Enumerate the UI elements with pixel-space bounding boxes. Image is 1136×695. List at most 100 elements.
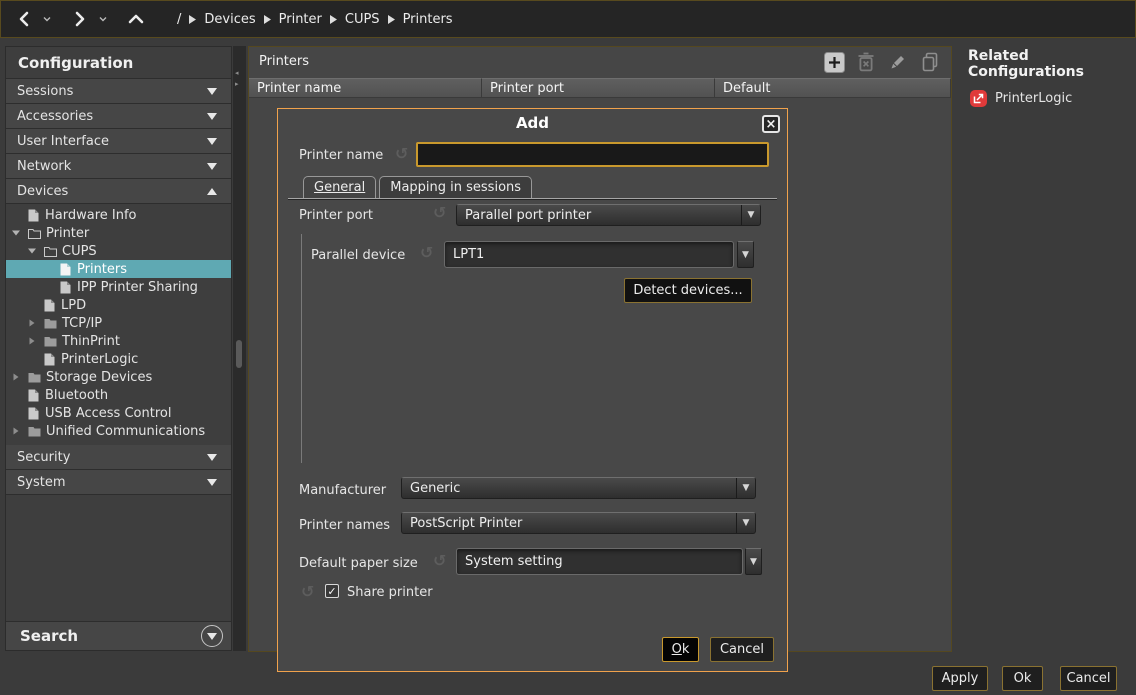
reset-printer-port-icon[interactable]: ↺ (433, 206, 446, 220)
tree-item-printer[interactable]: Printer (6, 224, 231, 242)
trash-icon (857, 52, 875, 72)
collapse-triangle-icon (207, 479, 217, 486)
tree-item-printers-selected[interactable]: Printers (6, 260, 231, 278)
tree-item-label: TCP/IP (62, 316, 102, 331)
sidebar-section-sessions[interactable]: Sessions (6, 79, 231, 104)
tree-item-hardware-info[interactable]: Hardware Info (6, 206, 231, 224)
tree-item-usb-access-control[interactable]: USB Access Control (6, 404, 231, 422)
reset-printer-name-icon[interactable]: ↺ (395, 147, 408, 161)
tree-item-unified-communications[interactable]: Unified Communications (6, 422, 231, 440)
ok-button[interactable]: Ok (1002, 666, 1043, 691)
apply-label: Apply (942, 671, 979, 686)
delete-button[interactable] (855, 51, 877, 73)
printer-name-input[interactable] (416, 142, 769, 167)
tree-item-cups[interactable]: CUPS (6, 242, 231, 260)
back-button[interactable] (13, 7, 35, 31)
tree-item-label: Bluetooth (45, 388, 108, 403)
expander-closed-icon[interactable] (27, 337, 37, 345)
document-icon (26, 209, 40, 222)
related-item-printerlogic[interactable]: PrinterLogic (958, 80, 1136, 107)
copy-button[interactable] (919, 51, 941, 73)
sidebar-section-security[interactable]: Security (6, 445, 231, 470)
parallel-device-combobox[interactable]: LPT1 (444, 241, 734, 268)
expander-closed-icon[interactable] (11, 427, 21, 435)
breadcrumb-arrow-icon (264, 15, 271, 24)
configuration-sidebar: Configuration Sessions Accessories User … (5, 46, 232, 651)
expander-closed-icon[interactable] (11, 373, 21, 381)
document-icon (58, 281, 72, 294)
tree-item-thinprint[interactable]: ThinPrint (6, 332, 231, 350)
add-dialog: Add × Printer name ↺ General Mapping in … (277, 108, 788, 672)
apply-button[interactable]: Apply (932, 666, 988, 691)
tab-mapping-in-sessions[interactable]: Mapping in sessions (379, 176, 532, 198)
manufacturer-select[interactable]: Generic ▼ (401, 477, 756, 499)
edit-button[interactable] (887, 51, 909, 73)
collapse-triangle-icon (207, 163, 217, 170)
back-history-dropdown[interactable] (41, 7, 53, 31)
breadcrumb-devices[interactable]: Devices (204, 12, 255, 27)
tree-item-label: IPP Printer Sharing (77, 280, 198, 295)
section-label: Accessories (17, 109, 93, 124)
document-icon (58, 263, 72, 276)
sidebar-section-system[interactable]: System (6, 470, 231, 495)
detect-devices-button[interactable]: Detect devices... (624, 278, 752, 303)
forward-history-dropdown[interactable] (97, 7, 109, 31)
close-icon: × (766, 118, 777, 131)
plus-icon (824, 52, 845, 73)
sidebar-section-network[interactable]: Network (6, 154, 231, 179)
tree-item-label: Storage Devices (46, 370, 152, 385)
cancel-button[interactable]: Cancel (1060, 666, 1117, 691)
expander-open-icon[interactable] (27, 247, 37, 255)
printer-port-select[interactable]: Parallel port printer ▼ (456, 204, 761, 226)
forward-button[interactable] (69, 7, 91, 31)
chevron-down-icon (99, 16, 107, 22)
sidebar-section-accessories[interactable]: Accessories (6, 104, 231, 129)
breadcrumb-printers[interactable]: Printers (403, 12, 453, 27)
reset-share-printer-icon[interactable]: ↺ (301, 585, 314, 599)
up-level-button[interactable] (125, 7, 147, 31)
column-printer-name[interactable]: Printer name (249, 78, 482, 98)
splitter-right-icon: ▸ (235, 81, 239, 88)
tab-general[interactable]: General (303, 176, 376, 198)
dialog-cancel-button[interactable]: Cancel (710, 637, 774, 662)
tree-item-label: Unified Communications (46, 424, 205, 439)
collapse-triangle-icon (207, 454, 217, 461)
reset-parallel-device-icon[interactable]: ↺ (420, 246, 433, 260)
manufacturer-value: Generic (410, 481, 460, 496)
sidebar-section-devices[interactable]: Devices (6, 179, 231, 204)
collapse-triangle-icon (207, 113, 217, 120)
expander-open-icon[interactable] (11, 229, 21, 237)
breadcrumb-printer[interactable]: Printer (279, 12, 322, 27)
tree-item-bluetooth[interactable]: Bluetooth (6, 386, 231, 404)
tree-item-lpd[interactable]: LPD (6, 296, 231, 314)
splitter-left-icon: ◂ (235, 70, 239, 77)
parallel-device-dropdown-button[interactable]: ▼ (737, 241, 754, 268)
column-printer-port[interactable]: Printer port (482, 78, 715, 98)
expander-closed-icon[interactable] (27, 319, 37, 327)
tree-item-storage-devices[interactable]: Storage Devices (6, 368, 231, 386)
splitter-arrows[interactable]: ◂ ▸ (235, 70, 239, 88)
add-button[interactable] (823, 51, 845, 73)
tree-item-tcpip[interactable]: TCP/IP (6, 314, 231, 332)
dialog-ok-button[interactable]: Ok (662, 637, 699, 662)
printerlogic-link-icon (970, 90, 987, 107)
printer-names-select[interactable]: PostScript Printer ▼ (401, 512, 756, 534)
sidebar-scrollbar[interactable]: ◂ ▸ (233, 46, 246, 651)
reset-paper-size-icon[interactable]: ↺ (433, 554, 446, 568)
tree-item-label: Hardware Info (45, 208, 137, 223)
column-default[interactable]: Default (715, 78, 951, 98)
paper-size-combobox[interactable]: System setting (456, 548, 743, 575)
tree-item-printerlogic[interactable]: PrinterLogic (6, 350, 231, 368)
tree-item-ipp-printer-sharing[interactable]: IPP Printer Sharing (6, 278, 231, 296)
ok-label: Ok (1014, 671, 1032, 686)
sidebar-section-user-interface[interactable]: User Interface (6, 129, 231, 154)
share-printer-checkbox[interactable]: ✓ (325, 584, 339, 598)
breadcrumb-root[interactable]: / (177, 12, 181, 27)
paper-size-dropdown-button[interactable]: ▼ (745, 548, 762, 575)
close-button[interactable]: × (762, 115, 780, 133)
search-section[interactable]: Search (6, 621, 231, 650)
up-chevron-icon (128, 12, 144, 26)
search-expand-button[interactable] (201, 625, 223, 647)
breadcrumb-cups[interactable]: CUPS (345, 12, 380, 27)
scrollbar-thumb[interactable] (236, 340, 242, 368)
